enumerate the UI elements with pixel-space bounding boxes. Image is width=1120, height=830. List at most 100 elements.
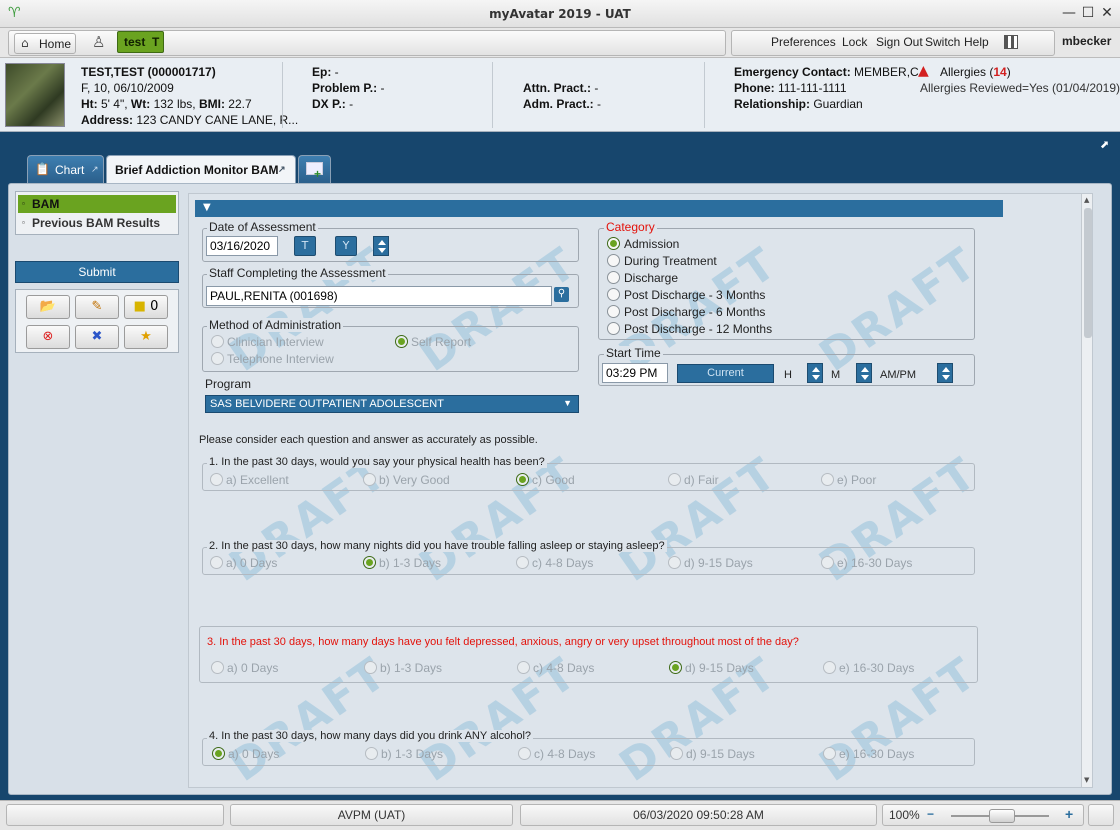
- instructions: Please consider each question and answer…: [199, 434, 538, 446]
- switch-link[interactable]: Switch: [925, 35, 960, 49]
- chevron-down-icon: ▼: [563, 398, 572, 408]
- zoom-out-icon[interactable]: −: [927, 804, 934, 824]
- q4-option-b-radio[interactable]: [365, 747, 378, 760]
- remove-user-button[interactable]: ✖: [75, 325, 119, 349]
- tab-bam[interactable]: Brief Addiction Monitor BAM ↗: [106, 155, 296, 185]
- open-folder-button[interactable]: 📂: [26, 295, 70, 319]
- q3-option-b-radio[interactable]: [364, 661, 377, 674]
- q2-option-b-label: b) 1-3 Days: [379, 556, 442, 570]
- home-button[interactable]: ⌂ Home: [14, 33, 76, 54]
- favorite-button[interactable]: ★: [124, 325, 168, 349]
- category-admission-radio[interactable]: [607, 237, 620, 250]
- client-tab[interactable]: test T: [117, 31, 164, 53]
- q2-option-d-radio[interactable]: [668, 556, 681, 569]
- q2-option-c-radio[interactable]: [516, 556, 529, 569]
- maximize-icon[interactable]: ☐: [1079, 5, 1097, 21]
- emergency-contact: Emergency Contact: MEMBER,C...: [734, 65, 929, 79]
- sticky-note-button[interactable]: ■ 0: [124, 295, 168, 319]
- sticky-count: 0: [150, 299, 159, 314]
- grid-icon[interactable]: [1004, 35, 1018, 49]
- section-header[interactable]: ▼: [195, 200, 1003, 217]
- zoom-in-icon[interactable]: +: [1065, 804, 1073, 824]
- pin-icon[interactable]: ↗: [278, 164, 286, 175]
- start-time-input[interactable]: 03:29 PM: [602, 363, 668, 383]
- submit-button[interactable]: Submit: [15, 261, 179, 283]
- q2-option-a-radio[interactable]: [210, 556, 223, 569]
- method-clinician-radio[interactable]: [211, 335, 224, 348]
- q3-option-e-label: e) 16-30 Days: [839, 661, 915, 675]
- q1-option-e-radio[interactable]: [821, 473, 834, 486]
- preferences-link[interactable]: Preferences: [771, 35, 836, 49]
- collapse-icon[interactable]: ▼: [203, 202, 211, 213]
- zoom-slider-thumb[interactable]: [989, 809, 1015, 823]
- q4-option-a-radio[interactable]: [212, 747, 225, 760]
- lock-link[interactable]: Lock: [842, 35, 867, 49]
- q3-option-a-radio[interactable]: [211, 661, 224, 674]
- ampm-spinner[interactable]: [937, 363, 953, 383]
- chart-icon: 📋: [35, 162, 50, 176]
- q4-option-c-label: c) 4-8 Days: [534, 747, 596, 761]
- program-select[interactable]: SAS BELVIDERE OUTPATIENT ADOLESCENT ▼: [205, 395, 579, 413]
- q1-option-b-radio[interactable]: [363, 473, 376, 486]
- users-x-icon: ✖: [91, 329, 103, 344]
- staff-input[interactable]: PAUL,RENITA (001698): [206, 286, 552, 306]
- minute-label: M: [831, 369, 841, 381]
- scrollbar-thumb[interactable]: [1084, 208, 1092, 338]
- nav-item-previous-bam-results[interactable]: ▫ Previous BAM Results: [18, 214, 176, 232]
- phone: Phone: 111-111-1111: [734, 81, 847, 95]
- q2-option-d-label: d) 9-15 Days: [684, 556, 753, 570]
- close-icon[interactable]: ✕: [1098, 5, 1116, 21]
- scroll-down-icon[interactable]: ▼: [1084, 776, 1089, 784]
- q3-option-d-radio[interactable]: [669, 661, 682, 674]
- q1-option-a-radio[interactable]: [210, 473, 223, 486]
- date-input[interactable]: 03/16/2020: [206, 236, 278, 256]
- today-button[interactable]: T: [294, 236, 316, 256]
- category-post-6m-label: Post Discharge - 6 Months: [624, 305, 766, 319]
- q4-option-d-radio[interactable]: [670, 747, 683, 760]
- question-3-text: 3. In the past 30 days, how many days ha…: [207, 636, 799, 648]
- q2-option-b-radio[interactable]: [363, 556, 376, 569]
- q3-option-c-radio[interactable]: [517, 661, 530, 674]
- cancel-button[interactable]: ⊗: [26, 325, 70, 349]
- allergies-link[interactable]: Allergies (14): [940, 65, 1011, 79]
- category-discharge-radio[interactable]: [607, 271, 620, 284]
- search-icon[interactable]: ⚲: [554, 287, 569, 302]
- minute-spinner[interactable]: [856, 363, 872, 383]
- pin-icon[interactable]: ↗: [91, 164, 99, 175]
- q4-option-c-radio[interactable]: [518, 747, 531, 760]
- add-tab-button[interactable]: +: [298, 155, 331, 184]
- method-telephone-radio[interactable]: [211, 352, 224, 365]
- method-self-report-radio[interactable]: [395, 335, 408, 348]
- q1-option-d-radio[interactable]: [668, 473, 681, 486]
- status-panel-end: [1088, 804, 1114, 826]
- scroll-up-icon[interactable]: ▲: [1084, 196, 1089, 204]
- current-time-button[interactable]: Current: [677, 364, 774, 383]
- person-icon[interactable]: ♙: [92, 33, 105, 51]
- yesterday-button[interactable]: Y: [335, 236, 357, 256]
- problem: Problem P.: -: [312, 81, 385, 95]
- status-datetime: 06/03/2020 09:50:28 AM: [520, 804, 877, 826]
- category-post-12m-radio[interactable]: [607, 322, 620, 335]
- category-post-3m-radio[interactable]: [607, 288, 620, 301]
- category-post-6m-radio[interactable]: [607, 305, 620, 318]
- q1-option-c-radio[interactable]: [516, 473, 529, 486]
- q4-option-e-radio[interactable]: [823, 747, 836, 760]
- sign-out-link[interactable]: Sign Out: [876, 35, 923, 49]
- question-4-text: 4. In the past 30 days, how many days di…: [207, 730, 534, 742]
- category-during-treatment-radio[interactable]: [607, 254, 620, 267]
- date-spinner[interactable]: [373, 236, 389, 256]
- status-system: AVPM (UAT): [230, 804, 513, 826]
- q3-option-e-radio[interactable]: [823, 661, 836, 674]
- hour-spinner[interactable]: [807, 363, 823, 383]
- q3-option-a-label: a) 0 Days: [227, 661, 279, 675]
- q2-option-e-radio[interactable]: [821, 556, 834, 569]
- q2-option-c-label: c) 4-8 Days: [532, 556, 594, 570]
- edit-note-button[interactable]: ✎: [75, 295, 119, 319]
- nav-item-bam[interactable]: ▫ BAM: [18, 195, 176, 213]
- tab-chart[interactable]: 📋 Chart ↗: [27, 155, 104, 184]
- vertical-scrollbar[interactable]: ▲ ▼: [1081, 194, 1092, 787]
- popout-icon[interactable]: ⬈: [1100, 138, 1109, 151]
- help-link[interactable]: Help: [964, 35, 989, 49]
- zoom-panel: 100% − +: [882, 804, 1084, 826]
- minimize-icon[interactable]: —: [1060, 5, 1078, 21]
